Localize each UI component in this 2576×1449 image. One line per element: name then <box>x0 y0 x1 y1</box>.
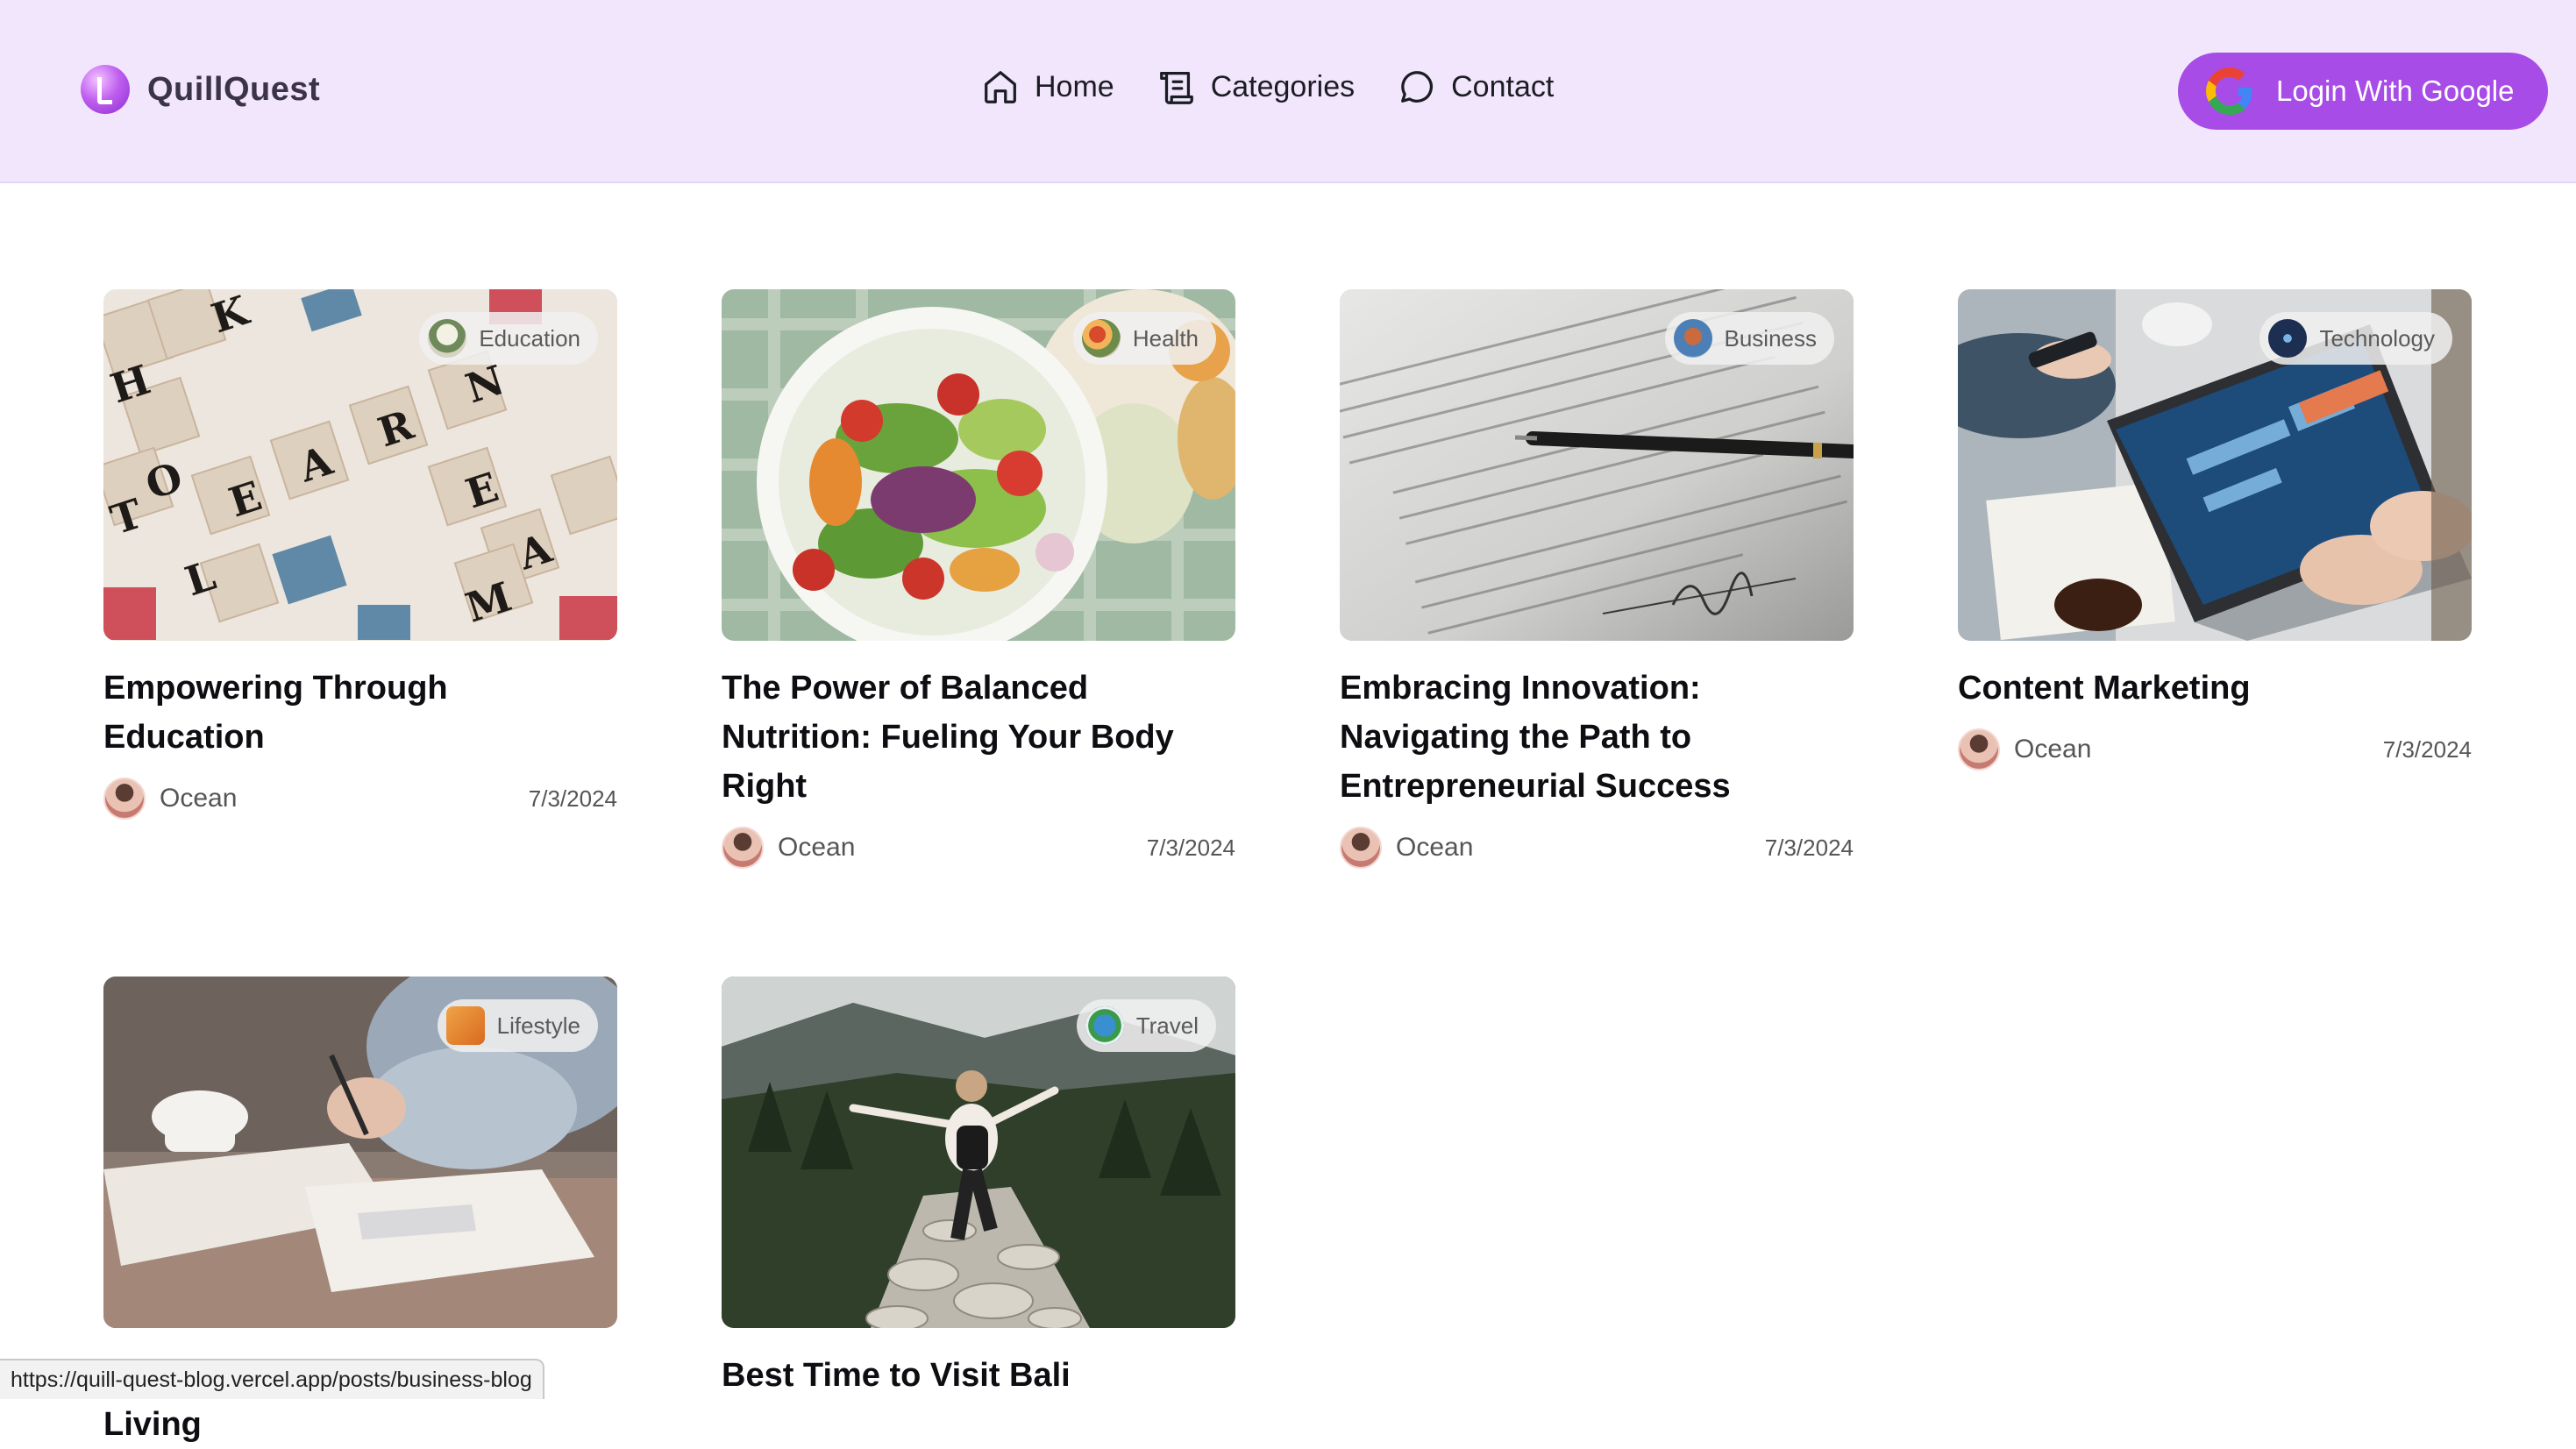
post-image[interactable]: Travel <box>722 977 1235 1328</box>
post-card[interactable]: Business Embracing Innovation: Navigatin… <box>1340 289 1854 869</box>
scroll-icon <box>1159 72 1193 104</box>
post-image[interactable]: Business <box>1340 289 1854 641</box>
post-card[interactable]: Travel Best Time to Visit Bali <box>722 977 1235 1400</box>
post-image[interactable]: Lifestyle <box>103 977 617 1328</box>
avatar <box>103 778 146 820</box>
status-bar-url: https://quill-quest-blog.vercel.app/post… <box>11 1367 532 1392</box>
post-title[interactable]: Empowering Through Education <box>103 664 617 762</box>
home-icon <box>985 71 1016 103</box>
post-date: 7/3/2024 <box>1146 834 1235 861</box>
post-image[interactable]: Health <box>722 289 1235 641</box>
category-label: Lifestyle <box>496 1012 580 1039</box>
category-badge[interactable]: Lifestyle <box>437 999 598 1052</box>
education-category-icon <box>428 319 467 358</box>
author-name: Ocean <box>2014 735 2092 764</box>
post-date: 7/3/2024 <box>1764 834 1854 861</box>
post-image[interactable]: Technology <box>1958 289 2472 641</box>
post-meta: Ocean 7/3/2024 <box>722 827 1235 869</box>
post-title[interactable]: The Power of Balanced Nutrition: Fueling… <box>722 664 1235 811</box>
post-meta: Ocean 7/3/2024 <box>1340 827 1854 869</box>
google-icon <box>2206 67 2252 115</box>
nav-item-categories[interactable]: Categories <box>1156 67 1355 107</box>
author-name: Ocean <box>160 784 238 813</box>
author-name: Ocean <box>778 833 856 862</box>
main-nav: Home Categories Contact <box>980 67 1596 107</box>
category-label: Technology <box>2319 324 2435 352</box>
category-badge[interactable]: Health <box>1072 312 1216 365</box>
post-meta: Ocean 7/3/2024 <box>1958 728 2472 771</box>
nav-item-contact[interactable]: Contact <box>1397 67 1554 107</box>
post-author: Ocean <box>1958 728 2091 771</box>
avatar <box>1340 827 1382 869</box>
post-meta: Ocean 7/3/2024 <box>103 778 617 820</box>
post-title[interactable]: Embracing Innovation: Navigating the Pat… <box>1340 664 1854 811</box>
category-label: Travel <box>1135 1012 1199 1039</box>
post-title[interactable]: Content Marketing <box>1958 664 2472 713</box>
category-badge[interactable]: Business <box>1664 312 1834 365</box>
site-header: QuillQuest Home Categories Contact Login… <box>0 0 2576 183</box>
login-button-label: Login With Google <box>2276 75 2515 107</box>
category-badge[interactable]: Technology <box>2259 312 2452 365</box>
category-badge[interactable]: Education <box>419 312 598 365</box>
brand[interactable]: QuillQuest <box>81 65 320 114</box>
post-title[interactable]: Best Time to Visit Bali <box>722 1351 1235 1400</box>
post-author: Ocean <box>722 827 855 869</box>
login-with-google-button[interactable]: Login With Google <box>2178 53 2548 130</box>
nav-label-home: Home <box>1035 69 1114 103</box>
post-image[interactable]: K H O T E A R N E A M L Education <box>103 289 617 641</box>
category-label: Business <box>1724 324 1818 352</box>
health-category-icon <box>1081 319 1121 358</box>
post-card[interactable]: Health The Power of Balanced Nutrition: … <box>722 289 1235 869</box>
nav-item-home[interactable]: Home <box>980 67 1114 107</box>
business-category-icon <box>1673 319 1712 358</box>
lifestyle-category-icon <box>445 1006 485 1045</box>
chat-bubble-icon <box>1401 71 1434 103</box>
post-author: Ocean <box>103 778 237 820</box>
author-name: Ocean <box>1396 833 1474 862</box>
technology-category-icon <box>2268 319 2308 358</box>
post-date: 7/3/2024 <box>2382 735 2472 763</box>
category-badge[interactable]: Travel <box>1076 999 1216 1052</box>
brand-logo-icon <box>81 65 130 114</box>
travel-category-icon <box>1085 1006 1124 1045</box>
post-author: Ocean <box>1340 827 1473 869</box>
nav-label-contact: Contact <box>1451 69 1555 103</box>
post-date: 7/3/2024 <box>528 785 617 812</box>
avatar <box>1958 728 2000 771</box>
post-card[interactable]: K H O T E A R N E A M L Education Empowe… <box>103 289 617 820</box>
category-label: Education <box>479 324 580 352</box>
avatar <box>722 827 764 869</box>
browser-status-bar: https://quill-quest-blog.vercel.app/post… <box>0 1359 544 1399</box>
post-card[interactable]: Technology Content Marketing Ocean 7/3/2… <box>1958 289 2472 771</box>
category-label: Health <box>1132 324 1199 352</box>
nav-label-categories: Categories <box>1210 69 1356 103</box>
brand-name: QuillQuest <box>147 70 321 108</box>
